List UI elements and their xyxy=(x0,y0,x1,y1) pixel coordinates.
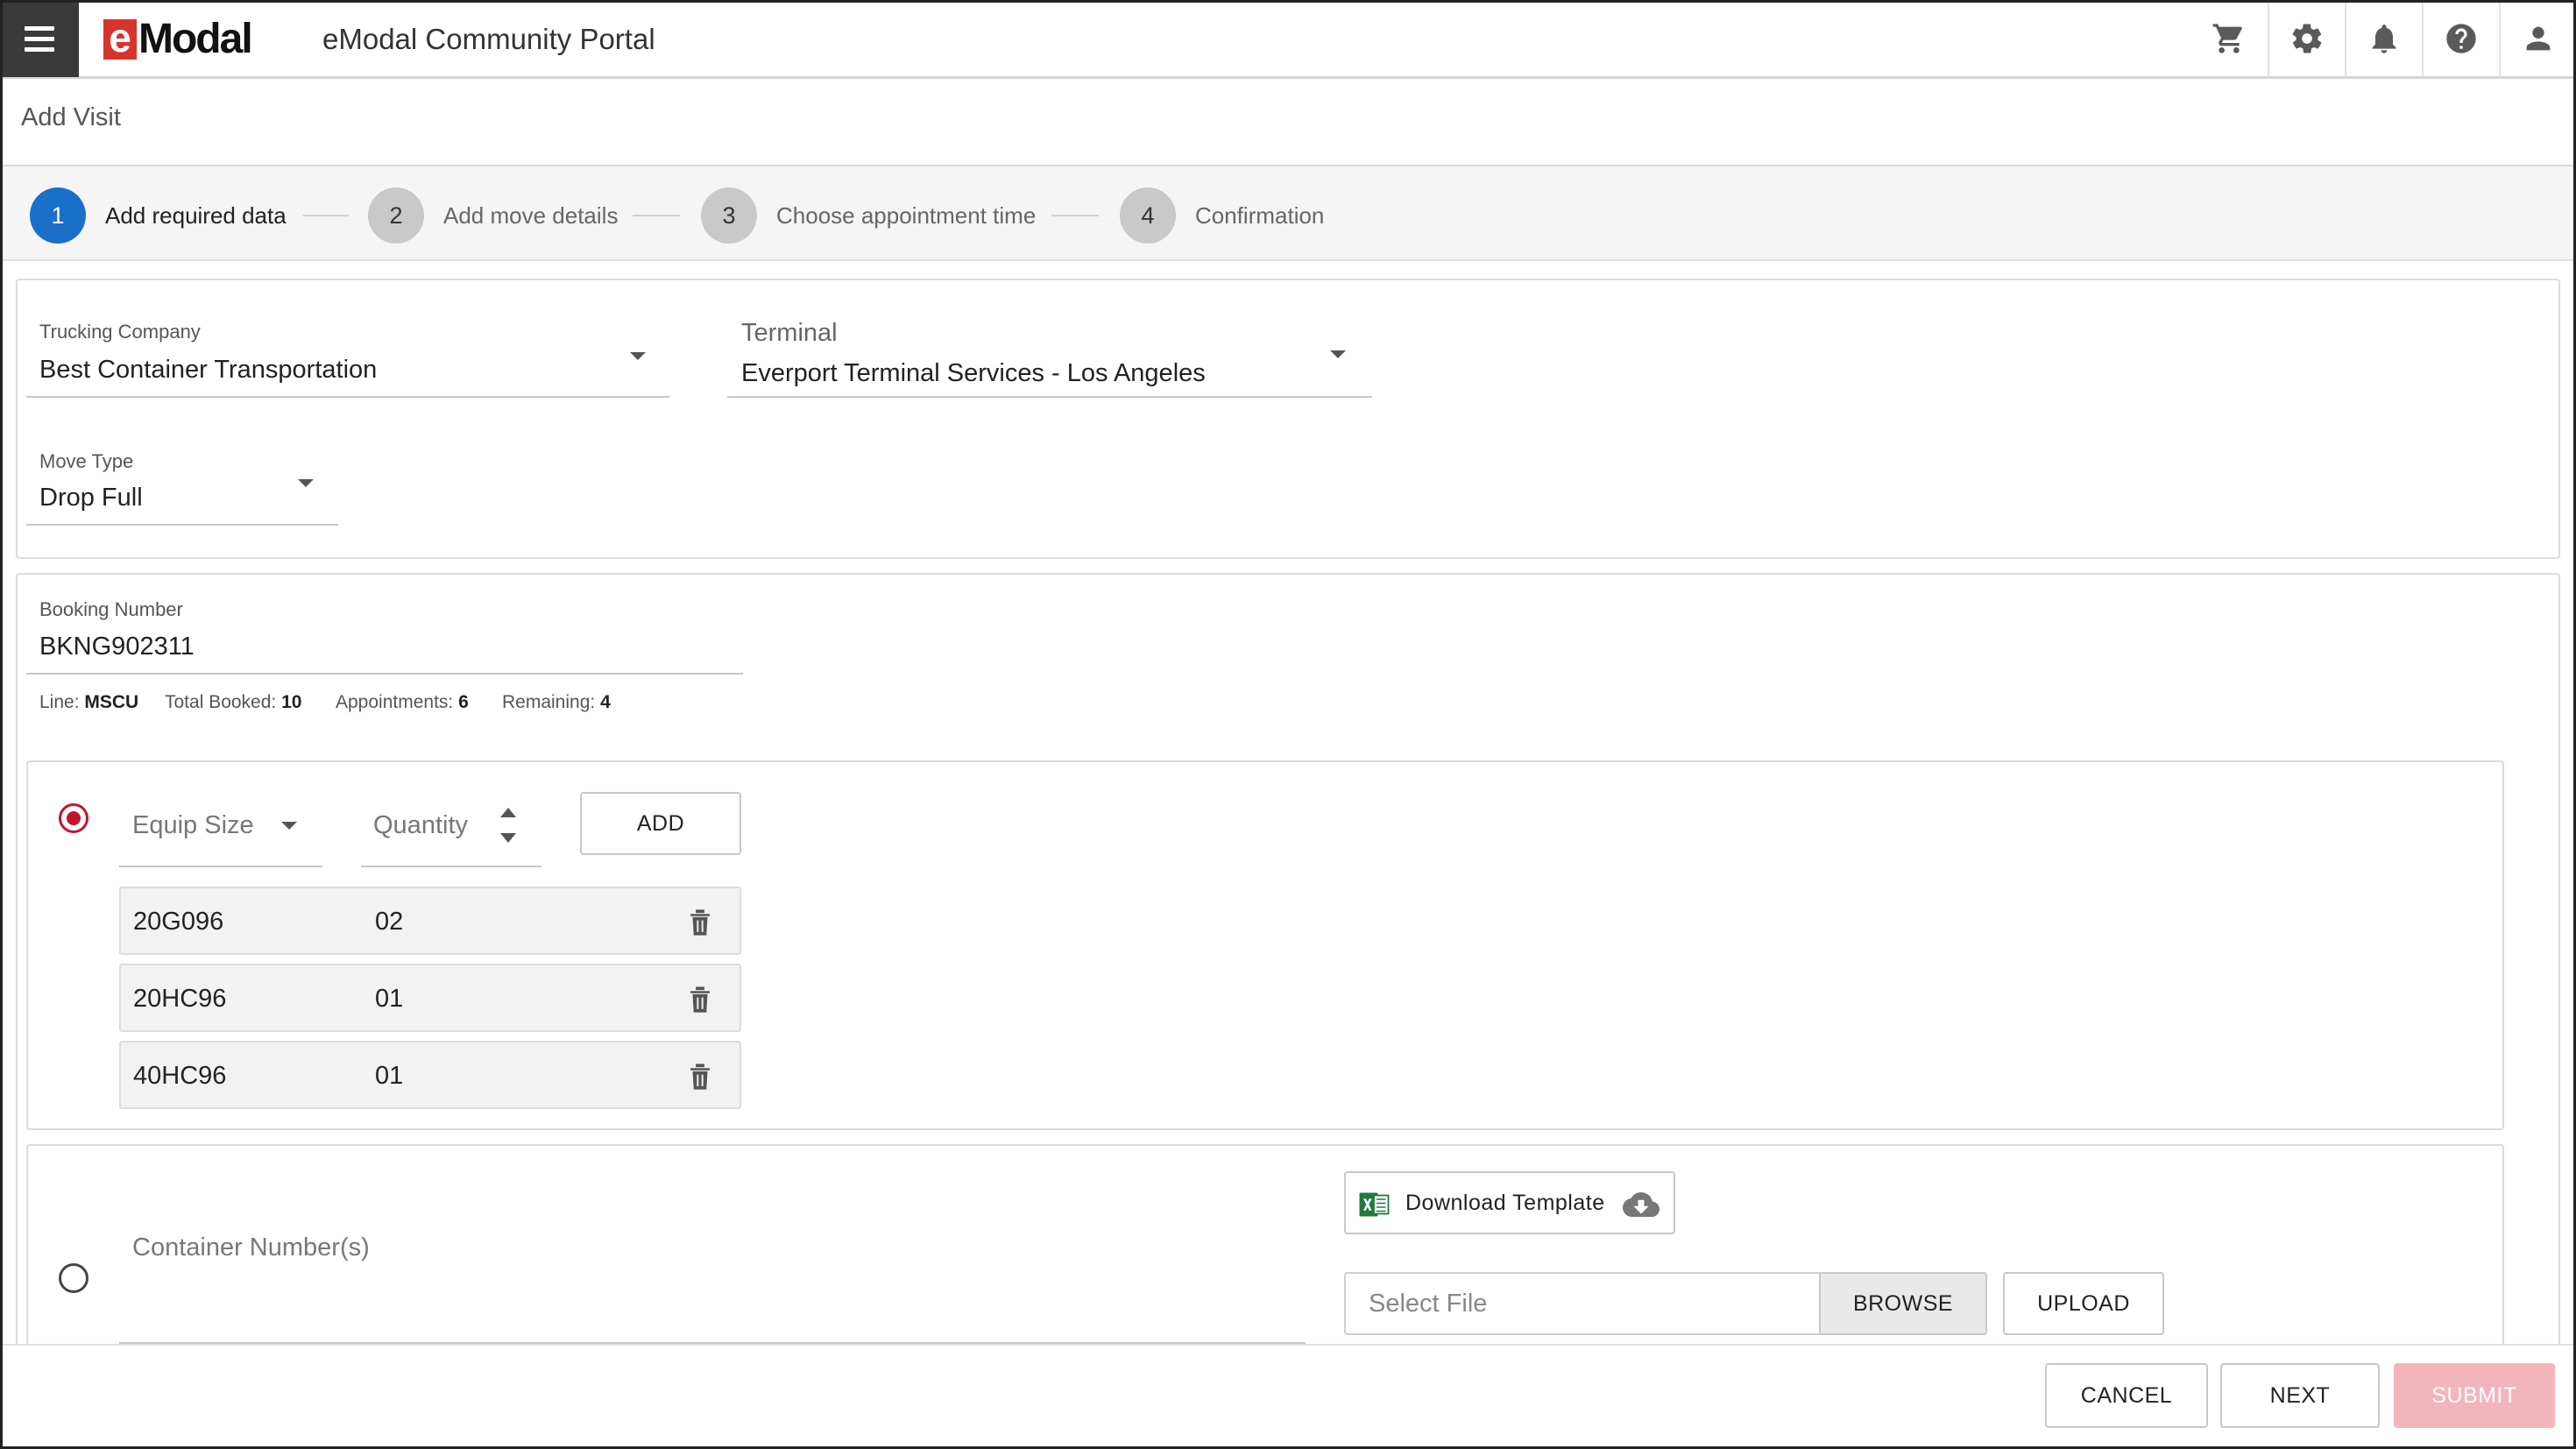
progress-stepper: 1 Add required data 2 Add move details 3… xyxy=(0,166,2576,261)
menu-icon-bar xyxy=(25,46,54,52)
equip-quantity-cell: 01 xyxy=(375,1062,404,1090)
page-title: Add Visit xyxy=(21,103,121,131)
appointments-value: 6 xyxy=(458,692,469,712)
terminal-value: Everport Terminal Services - Los Angeles xyxy=(741,359,1206,387)
step-2[interactable]: 2 Add move details xyxy=(368,187,618,244)
equip-size-cell: 40HC96 xyxy=(133,1062,227,1090)
logo-wordmark: Modal xyxy=(138,16,253,62)
step-3[interactable]: 3 Choose appointment time xyxy=(701,187,1036,244)
step-number: 1 xyxy=(30,187,86,244)
terminal-label: Terminal xyxy=(741,319,838,347)
chevron-down-icon xyxy=(281,822,297,830)
step-1[interactable]: 1 Add required data xyxy=(30,187,287,244)
field-underline xyxy=(26,396,669,398)
menu-icon-bar xyxy=(25,25,54,31)
field-underline xyxy=(361,866,541,867)
line-label: Line: xyxy=(39,692,80,712)
equip-quantity-cell: 01 xyxy=(375,985,404,1013)
cart-button[interactable] xyxy=(2190,0,2268,77)
booking-remaining: Remaining: 4 xyxy=(502,692,611,713)
logo-e-mark: e xyxy=(103,18,137,60)
trucking-company-label: Trucking Company xyxy=(39,321,201,343)
booking-appointments: Appointments: 6 xyxy=(336,692,469,713)
hamburger-menu-button[interactable] xyxy=(0,0,79,77)
step-connector xyxy=(1051,215,1099,216)
required-data-card xyxy=(16,279,2560,559)
equip-size-placeholder: Equip Size xyxy=(132,811,254,839)
user-icon xyxy=(2526,26,2551,51)
equipment-option-radio[interactable] xyxy=(59,803,88,833)
submit-button[interactable]: SUBMIT xyxy=(2394,1363,2555,1428)
step-label: Add move details xyxy=(443,201,619,229)
booking-number-value: BKNG902311 xyxy=(39,633,195,661)
booking-line: Line: MSCU xyxy=(39,692,138,713)
total-booked-value: 10 xyxy=(281,692,302,712)
cancel-button[interactable]: CANCEL xyxy=(2045,1363,2208,1428)
container-numbers-placeholder: Container Number(s) xyxy=(132,1233,370,1262)
equip-quantity-cell: 02 xyxy=(375,908,404,936)
equipment-row: 20HC96 01 xyxy=(119,964,741,1032)
browse-button[interactable]: BROWSE xyxy=(1819,1272,1987,1335)
chevron-down-icon xyxy=(630,352,646,360)
upload-button[interactable]: UPLOAD xyxy=(2003,1272,2164,1335)
quantity-placeholder: Quantity xyxy=(373,811,468,839)
step-connector xyxy=(633,215,680,216)
excel-file-icon xyxy=(1359,1192,1390,1217)
appointments-label: Appointments: xyxy=(336,692,454,712)
container-option-radio[interactable] xyxy=(59,1263,88,1293)
step-4[interactable]: 4 Confirmation xyxy=(1120,187,1324,244)
chevron-down-icon xyxy=(1330,350,1346,358)
container-option-box xyxy=(26,1144,2504,1372)
step-number: 2 xyxy=(368,187,424,244)
portal-title: eModal Community Portal xyxy=(322,23,655,55)
help-icon xyxy=(2446,24,2476,53)
top-icon-group xyxy=(2190,0,2576,77)
chevron-down-icon xyxy=(298,479,314,487)
notifications-button[interactable] xyxy=(2345,0,2422,77)
step-number: 3 xyxy=(701,187,757,244)
move-type-label: Move Type xyxy=(39,450,134,472)
settings-button[interactable] xyxy=(2268,0,2345,77)
app-bar: e Modal eModal Community Portal xyxy=(0,0,2576,79)
menu-icon-bar xyxy=(25,36,54,41)
booking-total: Total Booked: 10 xyxy=(165,692,301,713)
trash-icon[interactable] xyxy=(687,1062,713,1092)
help-button[interactable] xyxy=(2422,0,2499,77)
next-button[interactable]: NEXT xyxy=(2220,1363,2380,1428)
step-label: Choose appointment time xyxy=(776,201,1037,229)
equip-size-cell: 20G096 xyxy=(133,908,224,936)
spin-arrows-icon[interactable] xyxy=(499,808,518,843)
booking-number-label: Booking Number xyxy=(39,598,183,620)
trash-icon[interactable] xyxy=(687,908,713,937)
remaining-label: Remaining: xyxy=(502,692,596,712)
bell-icon xyxy=(2372,25,2396,53)
account-button[interactable] xyxy=(2499,0,2576,77)
add-equipment-button[interactable]: ADD xyxy=(580,792,741,855)
line-value: MSCU xyxy=(84,692,139,712)
trucking-company-value: Best Container Transportation xyxy=(39,356,378,384)
field-underline xyxy=(727,396,1372,398)
emodal-logo[interactable]: e Modal xyxy=(103,16,253,62)
cloud-download-icon xyxy=(1623,1192,1660,1217)
move-type-value: Drop Full xyxy=(39,484,143,512)
step-label: Confirmation xyxy=(1195,201,1325,229)
download-template-button[interactable]: Download Template xyxy=(1344,1171,1675,1234)
trash-icon[interactable] xyxy=(687,985,713,1014)
equip-size-cell: 20HC96 xyxy=(133,985,227,1013)
remaining-value: 4 xyxy=(600,692,611,712)
cart-icon xyxy=(2212,24,2242,53)
field-underline xyxy=(26,673,743,675)
step-connector xyxy=(303,215,349,216)
field-underline xyxy=(26,524,338,526)
equipment-row: 20G096 02 xyxy=(119,887,741,955)
equipment-row: 40HC96 01 xyxy=(119,1041,741,1109)
download-template-label: Download Template xyxy=(1405,1191,1605,1215)
step-number: 4 xyxy=(1120,187,1176,244)
step-label: Add required data xyxy=(105,201,287,229)
field-underline xyxy=(119,866,322,867)
gear-icon xyxy=(2292,24,2322,53)
select-file-placeholder: Select File xyxy=(1369,1290,1488,1318)
total-booked-label: Total Booked: xyxy=(165,692,277,712)
